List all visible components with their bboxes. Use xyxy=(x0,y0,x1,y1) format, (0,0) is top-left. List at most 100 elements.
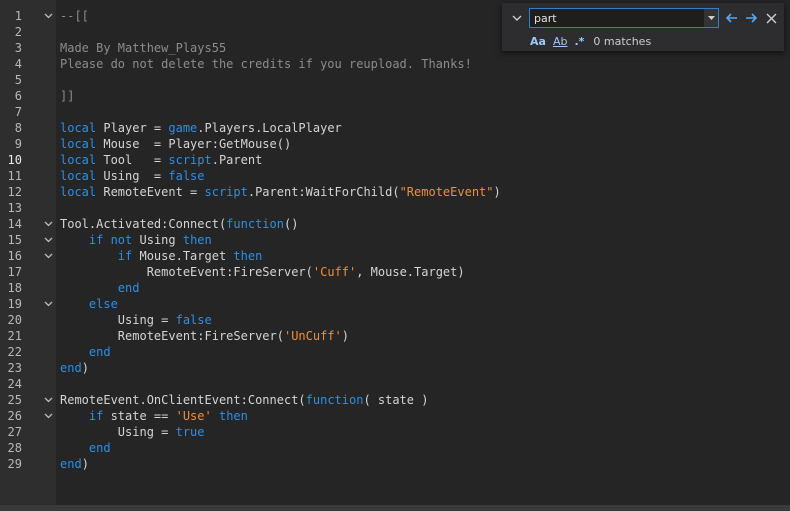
line-number: 27 xyxy=(7,425,22,439)
code-token: ) xyxy=(81,361,89,375)
code-token: .Parent xyxy=(211,153,263,167)
line-code: Using = true xyxy=(60,424,205,440)
code-token: Made By Matthew_Plays55 xyxy=(60,41,227,55)
line-number: 5 xyxy=(14,73,22,87)
code-line[interactable]: 5 xyxy=(0,72,790,88)
code-token: ) xyxy=(493,185,501,199)
line-number: 8 xyxy=(14,121,22,135)
line-code: ]] xyxy=(60,88,74,104)
code-token: end xyxy=(117,281,140,295)
code-line[interactable]: 19 else xyxy=(0,296,790,312)
line-number: 17 xyxy=(7,265,22,279)
code-line[interactable]: 28 end xyxy=(0,440,790,456)
code-token: game xyxy=(168,121,198,135)
line-code: if Mouse.Target then xyxy=(60,248,263,264)
fold-chevron-icon[interactable] xyxy=(42,408,54,424)
line-code: local Tool = script.Parent xyxy=(60,152,262,168)
find-input-box xyxy=(529,8,719,28)
code-line[interactable]: 16 if Mouse.Target then xyxy=(0,248,790,264)
code-token: else xyxy=(88,297,118,311)
regex-toggle[interactable]: .* xyxy=(574,35,584,48)
fold-chevron-icon[interactable] xyxy=(42,392,54,408)
code-line[interactable]: 26 if state == 'Use' then xyxy=(0,408,790,424)
match-case-toggle[interactable]: Aa xyxy=(530,35,546,48)
line-number: 9 xyxy=(14,137,22,151)
line-number: 14 xyxy=(7,217,22,231)
code-token: --[[ xyxy=(60,9,89,23)
code-token: if xyxy=(88,409,104,423)
arrow-right-icon[interactable] xyxy=(743,10,759,26)
line-code: local Using = false xyxy=(60,168,205,184)
arrow-left-icon[interactable] xyxy=(724,10,740,26)
line-code: end xyxy=(60,344,111,360)
fold-chevron-icon[interactable] xyxy=(42,8,54,24)
code-token: RemoteEvent:FireServer( xyxy=(60,265,313,279)
code-token: ) xyxy=(81,457,89,471)
code-line[interactable]: 25 RemoteEvent.OnClientEvent:Connect(func… xyxy=(0,392,790,408)
code-token: then xyxy=(233,249,263,263)
code-line[interactable]: 13 xyxy=(0,200,790,216)
code-line[interactable]: 9 local Mouse = Player:GetMouse() xyxy=(0,136,790,152)
code-line[interactable]: 11 local Using = false xyxy=(0,168,790,184)
code-token: local xyxy=(60,185,97,199)
code-line[interactable]: 17 RemoteEvent:FireServer('Cuff', Mouse.… xyxy=(0,264,790,280)
code-line[interactable]: 12 local RemoteEvent = script.Parent:Wait… xyxy=(0,184,790,200)
code-line[interactable]: 14 Tool.Activated:Connect(function() xyxy=(0,216,790,232)
code-line[interactable]: 20 Using = false xyxy=(0,312,790,328)
line-code: if not Using then xyxy=(60,232,212,248)
code-token: RemoteEvent = xyxy=(96,185,205,199)
code-token: state == xyxy=(103,409,176,423)
code-line[interactable]: 29 end) xyxy=(0,456,790,472)
line-number: 3 xyxy=(14,41,22,55)
code-line[interactable]: 15 if not Using then xyxy=(0,232,790,248)
line-number: 13 xyxy=(7,201,22,215)
line-code: if state == 'Use' then xyxy=(60,408,248,424)
line-number: 7 xyxy=(14,105,22,119)
line-code: Made By Matthew_Plays55 xyxy=(60,40,226,56)
code-line[interactable]: 23 end) xyxy=(0,360,790,376)
code-line[interactable]: 24 xyxy=(0,376,790,392)
code-token: Using xyxy=(132,233,183,247)
code-token: Using = xyxy=(60,425,176,439)
code-line[interactable]: 4 Please do not delete the credits if you… xyxy=(0,56,790,72)
line-code: end xyxy=(60,280,140,296)
match-count: 0 matches xyxy=(593,34,652,48)
code-token: 'UnCuff' xyxy=(283,329,342,343)
code-line[interactable]: 27 Using = true xyxy=(0,424,790,440)
code-token: Tool.Activated:Connect( xyxy=(60,217,227,231)
line-number: 29 xyxy=(7,457,22,471)
find-input[interactable] xyxy=(532,10,706,26)
fold-chevron-icon[interactable] xyxy=(42,216,54,232)
code-token: then xyxy=(182,233,212,247)
code-line[interactable]: 6]] xyxy=(0,88,790,104)
code-token: "RemoteEvent" xyxy=(399,185,494,199)
code-line[interactable]: 7 xyxy=(0,104,790,120)
code-token: Using = xyxy=(60,313,176,327)
close-icon[interactable] xyxy=(763,10,779,26)
code-token: Player = xyxy=(96,121,169,135)
line-number: 22 xyxy=(7,345,22,359)
code-line[interactable]: 21 RemoteEvent:FireServer('UnCuff') xyxy=(0,328,790,344)
code-line[interactable]: 18 end xyxy=(0,280,790,296)
line-code: end xyxy=(60,440,111,456)
line-code: end) xyxy=(60,360,89,376)
horizontal-scrollbar[interactable] xyxy=(0,505,790,511)
chevron-down-icon[interactable] xyxy=(510,11,524,25)
code-token: end xyxy=(88,441,111,455)
fold-chevron-icon[interactable] xyxy=(42,296,54,312)
whole-word-toggle[interactable]: Ab xyxy=(553,35,568,48)
fold-chevron-icon[interactable] xyxy=(42,232,54,248)
code-token: 'Cuff' xyxy=(312,265,357,279)
fold-chevron-icon[interactable] xyxy=(42,248,54,264)
code-line[interactable]: 8 local Player = game.Players.LocalPlayer xyxy=(0,120,790,136)
code-line[interactable]: 22 end xyxy=(0,344,790,360)
caret-down-icon[interactable] xyxy=(704,9,718,27)
line-number: 16 xyxy=(7,249,22,263)
code-token: Mouse.Target xyxy=(132,249,234,263)
line-number: 11 xyxy=(7,169,22,183)
code-line[interactable]: 10 local Tool = script.Parent xyxy=(0,152,790,168)
